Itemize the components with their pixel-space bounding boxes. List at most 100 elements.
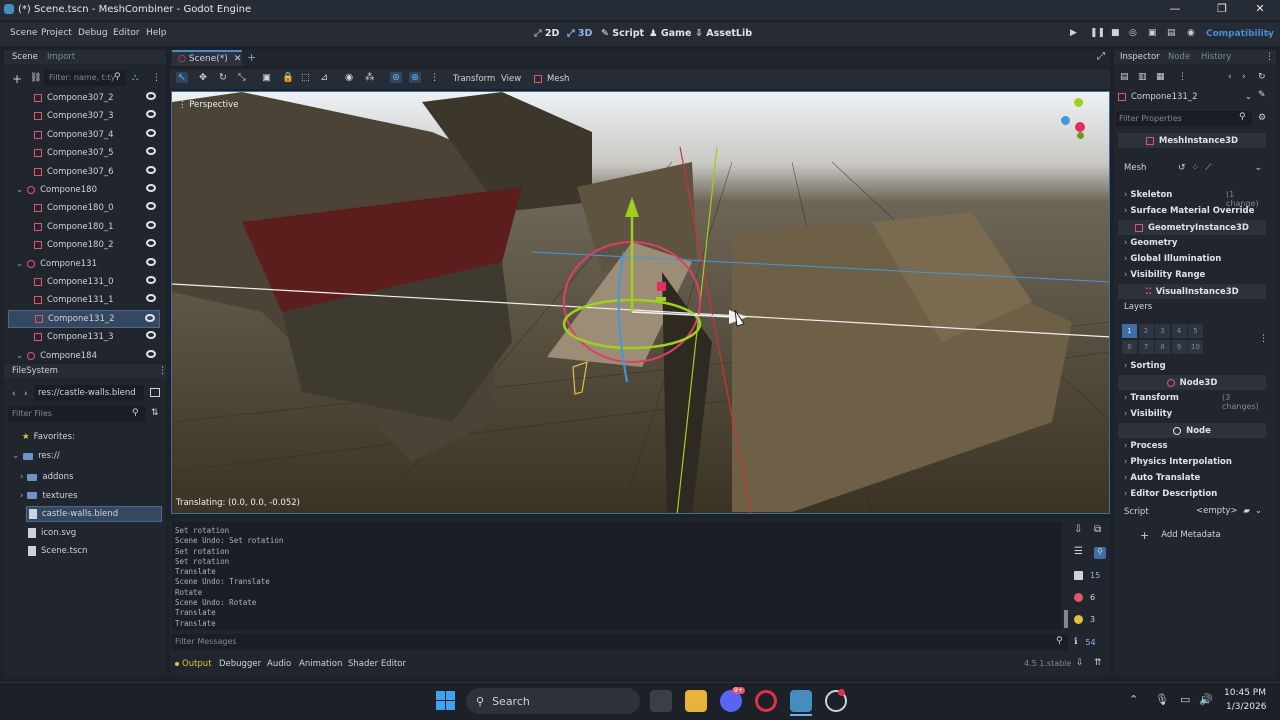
section-editor-description[interactable]: › Editor Description: [1124, 489, 1217, 499]
view-gizmo[interactable]: [1057, 98, 1101, 144]
visibility-eye-icon[interactable]: [146, 147, 156, 156]
menu-help[interactable]: Help: [146, 28, 167, 38]
tab-node[interactable]: Node: [1168, 52, 1190, 62]
environment-icon[interactable]: ⊕: [409, 72, 421, 83]
bottom-tab-animation[interactable]: Animation: [299, 659, 342, 669]
mode-3d-button[interactable]: ⤢ 3D: [567, 28, 592, 39]
more-icon[interactable]: ⋮: [158, 366, 167, 376]
filesystem-item[interactable]: › textures: [20, 488, 152, 504]
layer-cell[interactable]: 1: [1122, 324, 1137, 338]
layer-cell[interactable]: 7: [1138, 340, 1154, 354]
rotate-tool-icon[interactable]: ↻: [219, 72, 227, 83]
file-explorer-icon[interactable]: [685, 690, 707, 712]
layer-cell[interactable]: 2: [1138, 324, 1154, 338]
layers-grid[interactable]: 1 2 3 4 5 6 7 8 9 10: [1122, 324, 1252, 356]
visibility-eye-icon[interactable]: [146, 294, 156, 303]
log-scrollbar[interactable]: [1064, 610, 1068, 628]
open-resource-icon[interactable]: ▥: [1138, 72, 1147, 82]
favorites-row[interactable]: ★ Favorites:: [22, 432, 75, 442]
layer-cell[interactable]: 5: [1188, 324, 1203, 338]
visibility-eye-icon[interactable]: [146, 220, 156, 229]
visibility-eye-icon[interactable]: [146, 92, 156, 100]
tab-scene-file[interactable]: ○ Scene(*) ✕: [172, 50, 242, 66]
play-custom-icon[interactable]: ◎: [1129, 28, 1137, 38]
scale-tool-icon[interactable]: ⤡: [238, 72, 246, 83]
info-count-toggle[interactable]: ℹ 54: [1074, 637, 1096, 647]
minimize-button[interactable]: —: [1160, 2, 1190, 15]
move-tool-icon[interactable]: ✥: [199, 72, 207, 83]
copy-icon[interactable]: ⧉: [1094, 524, 1101, 535]
transform-menu[interactable]: Transform: [453, 74, 495, 84]
visibility-eye-icon[interactable]: [146, 331, 156, 340]
play-icon[interactable]: ▶: [1070, 28, 1077, 38]
back-arrow-icon[interactable]: ‹: [1228, 72, 1232, 82]
mesh-property-value[interactable]: ↺ ⁘ ⟋ ⌄: [1178, 160, 1262, 176]
mode-assetlib-button[interactable]: ⇩ AssetLib: [695, 28, 752, 39]
back-arrow-icon[interactable]: ‹: [12, 389, 16, 399]
scene-tree-item[interactable]: Compone307_4: [8, 126, 160, 144]
windows-start-icon[interactable]: [436, 691, 456, 711]
layer-cell[interactable]: 6: [1122, 340, 1137, 354]
chevron-down-icon[interactable]: ⌄: [16, 185, 23, 195]
scene-tree-item[interactable]: Compone131_1: [8, 291, 160, 309]
visibility-eye-icon[interactable]: [146, 349, 156, 358]
visibility-eye-icon[interactable]: [146, 202, 156, 211]
remote-icon[interactable]: ◉: [1187, 28, 1195, 38]
section-global-illumination[interactable]: › Global Illumination: [1124, 254, 1221, 264]
tab-history[interactable]: History: [1201, 52, 1231, 62]
movie-icon[interactable]: ▤: [1167, 28, 1176, 38]
more-icon[interactable]: ⋮: [430, 72, 440, 83]
clear-log-icon[interactable]: ⇩: [1074, 524, 1082, 535]
taskbar-search[interactable]: ⚲ Search: [466, 688, 640, 714]
file-filter-input[interactable]: Filter Files ⚲: [8, 406, 146, 422]
tab-import[interactable]: Import: [47, 52, 75, 62]
menu-scene[interactable]: Scene: [10, 28, 37, 38]
add-node-icon[interactable]: +: [12, 72, 22, 86]
split-mode-icon[interactable]: [150, 388, 160, 397]
layer-cell[interactable]: 10: [1188, 340, 1203, 354]
microphone-icon[interactable]: 🎙: [1155, 693, 1169, 706]
opera-icon[interactable]: [755, 690, 777, 712]
chevron-right-icon[interactable]: ›: [20, 472, 23, 482]
chevron-down-icon[interactable]: ⌄: [16, 259, 23, 269]
godot-taskbar-icon[interactable]: [790, 690, 812, 712]
filter-properties-input[interactable]: Filter Properties ⚲: [1116, 111, 1252, 126]
viewport-3d[interactable]: ⋮ Perspective Translating: (0.0, 0.0, -0…: [171, 91, 1110, 514]
tune-icon[interactable]: ⚙: [1258, 113, 1266, 123]
mode-2d-button[interactable]: ⤢ 2D: [534, 28, 559, 39]
close-button[interactable]: ✕: [1245, 2, 1275, 15]
forward-arrow-icon[interactable]: ›: [1242, 72, 1246, 82]
tab-inspector[interactable]: Inspector: [1120, 52, 1160, 62]
scene-tree-item[interactable]: Compone307_6: [8, 163, 160, 181]
mode-script-button[interactable]: ✎ Script: [601, 28, 644, 39]
close-icon[interactable]: ✕: [234, 54, 242, 64]
filter-icon[interactable]: ⛬: [132, 73, 138, 83]
sun-icon[interactable]: ⊛: [390, 72, 402, 83]
error-count-toggle[interactable]: 6: [1074, 593, 1095, 602]
bottom-tab-output[interactable]: Output: [182, 659, 212, 669]
local-space-icon[interactable]: ◉: [345, 72, 353, 83]
history-icon[interactable]: ↻: [1258, 72, 1266, 82]
object-selector[interactable]: Compone131_2 ⌄: [1118, 90, 1252, 104]
section-process[interactable]: › Process: [1124, 441, 1168, 451]
filesystem-item[interactable]: icon.svg: [22, 525, 152, 541]
filesystem-item[interactable]: castle-walls.blend: [26, 506, 162, 522]
chevron-right-icon[interactable]: ›: [20, 491, 23, 501]
tab-scene[interactable]: Scene: [12, 52, 38, 62]
chevron-up-icon[interactable]: ⌃: [1129, 693, 1138, 706]
more-icon[interactable]: ⋮: [1259, 334, 1268, 344]
scene-tree-item[interactable]: Compone131_2: [8, 309, 160, 328]
filesystem-item[interactable]: Scene.tscn: [22, 543, 152, 559]
snap-grid-icon[interactable]: ⁂: [365, 72, 375, 83]
scene-filter-input[interactable]: Filter: name, t:ty ⚲: [44, 70, 126, 86]
snap-icon[interactable]: ⊿: [320, 72, 328, 83]
chevron-down-icon[interactable]: ⌄: [16, 351, 23, 361]
search-toggle-icon[interactable]: ⚲: [1094, 547, 1106, 559]
bottom-tab-debugger[interactable]: Debugger: [219, 659, 261, 669]
visibility-eye-icon[interactable]: [146, 276, 156, 284]
scene-tree-item[interactable]: ⌄ Compone184: [8, 347, 160, 365]
filesystem-item[interactable]: › addons: [20, 469, 152, 485]
expand-panel-icon[interactable]: ⇈: [1094, 658, 1102, 668]
pause-icon[interactable]: ❚❚: [1090, 28, 1105, 38]
section-auto-translate[interactable]: › Auto Translate: [1124, 473, 1200, 483]
